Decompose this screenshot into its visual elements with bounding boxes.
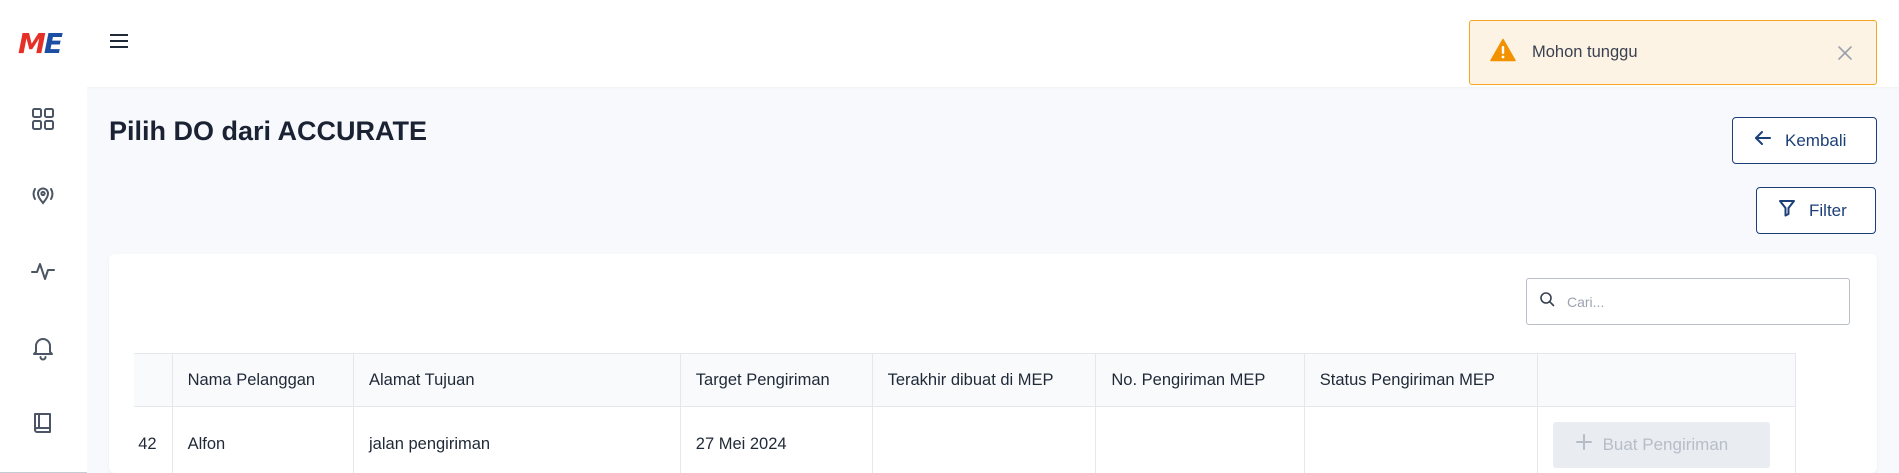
bell-icon[interactable] bbox=[29, 333, 57, 361]
create-shipment-label: Buat Pengiriman bbox=[1602, 434, 1729, 454]
filter-button[interactable]: Filter bbox=[1756, 187, 1876, 234]
column-header-customer: Nama Pelanggan bbox=[172, 353, 355, 407]
cell-last-created bbox=[872, 406, 1097, 473]
cell-shipment-status bbox=[1304, 406, 1538, 473]
activity-pulse-icon[interactable] bbox=[29, 257, 57, 285]
dashboard-grid-icon[interactable] bbox=[29, 105, 57, 133]
cell-target-date: 27 Mei 2024 bbox=[680, 406, 873, 473]
loading-toast: Mohon tunggu bbox=[1469, 20, 1877, 85]
column-header-shipment-status: Status Pengiriman MEP bbox=[1304, 353, 1538, 407]
filter-funnel-icon bbox=[1777, 198, 1797, 223]
back-button[interactable]: Kembali bbox=[1732, 117, 1877, 164]
cell-address: jalan pengiriman bbox=[353, 406, 681, 473]
delivery-order-table: e Nama Pelanggan Alamat Tujuan Target Pe… bbox=[134, 353, 1797, 473]
column-header-truncated: e bbox=[134, 353, 173, 407]
book-icon[interactable] bbox=[29, 409, 57, 437]
close-icon[interactable] bbox=[1836, 44, 1854, 62]
column-header-target-date: Target Pengiriman bbox=[680, 353, 873, 407]
arrow-left-icon bbox=[1753, 128, 1773, 153]
back-button-label: Kembali bbox=[1785, 130, 1847, 150]
table-row[interactable]: 42 Alfon jalan pengiriman 27 Mei 2024 Bu… bbox=[134, 406, 1797, 473]
sidebar bbox=[0, 87, 87, 473]
search-field[interactable] bbox=[1526, 278, 1850, 325]
column-header-last-created: Terakhir dibuat di MEP bbox=[872, 353, 1097, 407]
toast-message: Mohon tunggu bbox=[1532, 43, 1638, 61]
column-header-action bbox=[1537, 353, 1797, 407]
table-header-row: e Nama Pelanggan Alamat Tujuan Target Pe… bbox=[134, 353, 1797, 407]
search-icon bbox=[1539, 291, 1555, 312]
location-broadcast-icon[interactable] bbox=[29, 181, 57, 209]
cell-truncated: 42 bbox=[134, 406, 173, 473]
search-input[interactable] bbox=[1567, 293, 1827, 310]
column-header-address: Alamat Tujuan bbox=[353, 353, 681, 407]
create-shipment-button[interactable]: Buat Pengiriman bbox=[1552, 421, 1770, 468]
column-header-shipment-no: No. Pengiriman MEP bbox=[1095, 353, 1305, 407]
warning-icon bbox=[1490, 38, 1516, 67]
plus-icon bbox=[1575, 433, 1593, 456]
hamburger-icon[interactable] bbox=[108, 30, 130, 52]
page-title: Pilih DO dari ACCURATE bbox=[109, 116, 428, 146]
cell-shipment-no bbox=[1095, 406, 1305, 473]
cell-customer: Alfon bbox=[172, 406, 355, 473]
app-logo[interactable]: ME bbox=[18, 30, 63, 58]
filter-button-label: Filter bbox=[1809, 200, 1847, 220]
cell-action: Buat Pengiriman bbox=[1537, 406, 1797, 473]
delivery-order-card: e Nama Pelanggan Alamat Tujuan Target Pe… bbox=[109, 254, 1877, 473]
delivery-order-table-container[interactable]: e Nama Pelanggan Alamat Tujuan Target Pe… bbox=[134, 353, 1851, 473]
